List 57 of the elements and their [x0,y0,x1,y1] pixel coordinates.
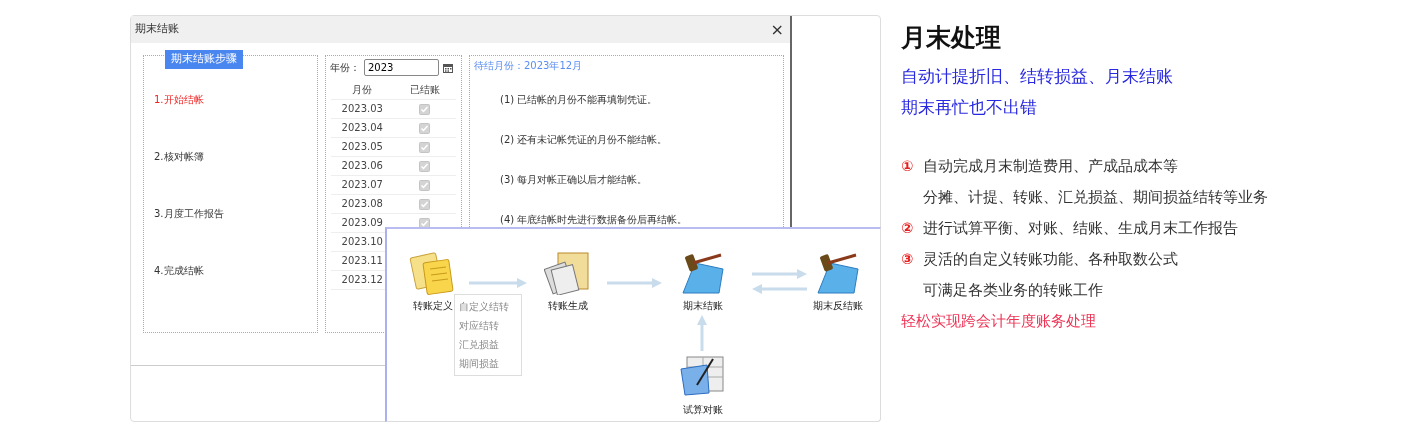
step-item[interactable]: 3.月度工作报告 [154,206,317,221]
note-text: (3) 每月对帐正确以后才能结帐。 [500,173,649,187]
column-header: 已结账 [393,80,456,99]
month-cell: 2023.03 [331,99,394,118]
window-title: 期末结账 [135,21,179,38]
note-text: (1) 已结帐的月份不能再填制凭证。 [500,93,659,107]
note-text: (2) 还有未记帐凭证的月份不能结帐。 [500,133,669,147]
highlight-text: 轻松实现跨会计年度账务处理 [901,311,1097,331]
arrow [697,315,707,351]
year-label: 年份： [330,61,360,75]
node-label[interactable]: 期末结账 [683,299,723,312]
checkbox[interactable] [419,141,431,153]
subtitle: 期末再忙也不出错 [901,95,1038,118]
feature-text: 灵活的自定义转账功能、各种取数公式 [923,249,1178,269]
step-item[interactable]: 2.核对帐簿 [154,149,317,164]
menu-item[interactable]: 对应结转 [455,316,521,335]
arrow [469,278,527,288]
month-cell: 2023.08 [331,194,394,213]
note-text: (4) 年底结帐时先进行数据备份后再结帐。 [500,213,689,227]
checkbox[interactable] [419,198,431,210]
heading: 月末处理 [901,22,1002,54]
checkbox[interactable] [419,160,431,172]
subtitle: 自动计提折旧、结转损益、月末结账 [901,64,1174,87]
month-cell: 2023.06 [331,156,394,175]
node-label[interactable]: 期末反结账 [813,299,863,312]
checkbox[interactable] [419,179,431,191]
column-header: 月份 [331,80,394,99]
number-marker: ① [901,156,915,176]
node-label[interactable]: 试算对账 [683,403,723,416]
year-field[interactable]: 2023 [364,59,439,76]
panel-legend: 期末结账步骤 [165,50,243,69]
step-item[interactable]: 4.完成结帐 [154,263,317,278]
feature-text: 分摊、计提、转账、汇兑损益、期间损益结转等业务 [923,187,1268,207]
step-item[interactable]: 1.开始结帐 [154,92,317,107]
node-label[interactable]: 转账生成 [548,299,588,312]
number-marker: ③ [901,249,915,269]
arrow [752,269,807,279]
spreadsheet-pen-icon[interactable] [679,353,727,399]
feature-text: 进行试算平衡、对账、结账、生成月末工作报告 [923,218,1238,238]
node-label[interactable]: 转账定义 [413,299,453,312]
document-icon[interactable] [544,249,592,295]
number-marker: ② [901,218,915,238]
menu-item[interactable]: 期间损益 [455,354,521,373]
close-button[interactable]: × [770,21,784,38]
menu-item[interactable]: 自定义结转 [455,297,521,316]
month-cell: 2023.04 [331,118,394,137]
checkbox[interactable] [419,103,431,115]
feature-text: 自动完成月末制造费用、产成品成本等 [923,156,1178,176]
arrow [752,284,807,294]
checkbox[interactable] [419,122,431,134]
menu-item[interactable]: 汇兑损益 [455,335,521,354]
pending-month: 待结月份：2023年12月 [473,59,584,73]
arrow [607,278,662,288]
feature-text: 可满足各类业务的转账工作 [923,280,1103,300]
month-cell: 2023.07 [331,175,394,194]
month-cell: 2023.05 [331,137,394,156]
calendar-icon[interactable] [443,62,453,73]
